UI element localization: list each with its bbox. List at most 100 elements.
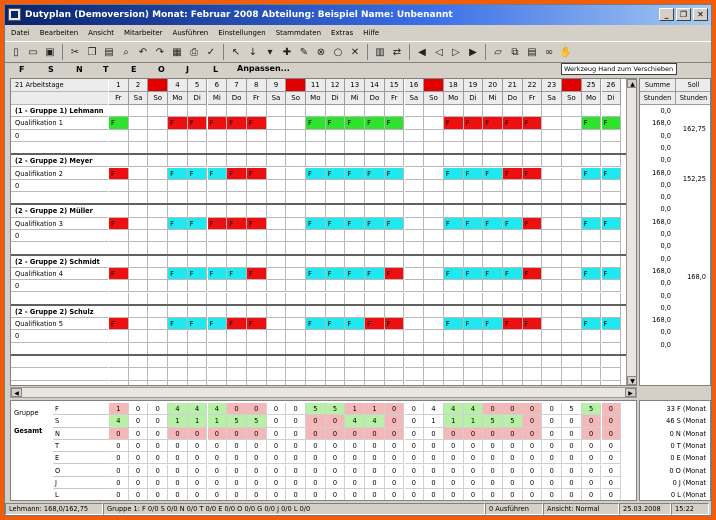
- grid-cell[interactable]: [326, 380, 346, 385]
- grid-cell[interactable]: [306, 356, 326, 369]
- grid-cell[interactable]: [128, 280, 149, 293]
- grid-cell[interactable]: [522, 155, 543, 168]
- shift-cell[interactable]: [542, 117, 563, 130]
- left-icon[interactable]: ◁: [432, 45, 446, 59]
- grid-cell[interactable]: [286, 380, 306, 385]
- shift-cell[interactable]: F: [306, 117, 326, 130]
- shift-cell[interactable]: F: [522, 167, 543, 180]
- grid-cell[interactable]: [128, 255, 149, 268]
- grid-cell[interactable]: [522, 330, 543, 343]
- grid-cell[interactable]: [562, 330, 582, 343]
- grid-cell[interactable]: [405, 380, 425, 385]
- grid-cell[interactable]: [365, 380, 385, 385]
- grid-cell[interactable]: [384, 105, 405, 118]
- grid-cell[interactable]: [365, 179, 385, 193]
- plus-icon[interactable]: ✚: [280, 45, 294, 59]
- back-icon[interactable]: ◀: [415, 45, 429, 59]
- day-header[interactable]: 5: [187, 79, 208, 92]
- grid-cell[interactable]: [109, 230, 129, 243]
- grid-cell[interactable]: [207, 179, 228, 193]
- grid-cell[interactable]: [424, 368, 444, 381]
- shift-cell[interactable]: F: [601, 217, 622, 230]
- grid-cell[interactable]: [128, 305, 149, 319]
- shift-cell[interactable]: [542, 267, 563, 281]
- grid-cell[interactable]: [384, 205, 405, 218]
- grid-cell[interactable]: [601, 155, 622, 168]
- day-header[interactable]: 18: [443, 79, 464, 92]
- grid-cell[interactable]: [503, 368, 523, 381]
- shift-cell[interactable]: F: [168, 217, 188, 230]
- day-header[interactable]: 1: [109, 79, 129, 92]
- grid-cell[interactable]: [188, 380, 208, 385]
- shift-cell[interactable]: F: [345, 167, 366, 180]
- grid-cell[interactable]: [463, 230, 484, 243]
- grid-cell[interactable]: [443, 129, 464, 142]
- grid-cell[interactable]: [325, 129, 346, 142]
- grid-cell[interactable]: [246, 280, 267, 293]
- shift-cell[interactable]: F: [345, 318, 366, 331]
- day-header[interactable]: 2: [128, 79, 149, 92]
- grid-cell[interactable]: [128, 179, 149, 193]
- swap-icon[interactable]: ⇄: [390, 45, 404, 59]
- grid-cell[interactable]: [463, 205, 484, 218]
- grid-cell[interactable]: [168, 305, 188, 319]
- grid-cell[interactable]: [424, 305, 444, 319]
- shift-cell[interactable]: [424, 318, 444, 331]
- grid-cell[interactable]: [187, 230, 208, 243]
- shift-cell[interactable]: F: [187, 117, 208, 130]
- hand-icon[interactable]: ✋: [559, 45, 573, 59]
- book-icon[interactable]: ▤: [525, 45, 539, 59]
- paste-icon[interactable]: ▤: [102, 45, 116, 59]
- menu-einstellungen[interactable]: Einstellungen: [218, 29, 265, 37]
- day-header[interactable]: 23: [542, 79, 563, 92]
- grid-cell[interactable]: [266, 305, 287, 319]
- grid-cell[interactable]: [306, 129, 326, 142]
- anpassen-button[interactable]: Anpassen...: [237, 64, 290, 73]
- grid-cell[interactable]: [187, 356, 208, 369]
- grid-cell[interactable]: [345, 305, 366, 319]
- grid-cell[interactable]: [306, 155, 326, 168]
- grid-cell[interactable]: [384, 129, 405, 142]
- grid-cell[interactable]: [306, 179, 326, 193]
- grid-cell[interactable]: [384, 356, 405, 369]
- grid-cell[interactable]: [325, 179, 346, 193]
- grid-cell[interactable]: [404, 205, 425, 218]
- grid-cell[interactable]: [503, 330, 523, 343]
- grid-cell[interactable]: [266, 356, 287, 369]
- day-header[interactable]: 19: [463, 79, 484, 92]
- shift-cell[interactable]: F: [187, 167, 208, 180]
- day-header[interactable]: 25: [581, 79, 602, 92]
- scroll-up-icon[interactable]: ▲: [627, 79, 636, 88]
- shift-cell[interactable]: F: [365, 267, 385, 281]
- grid-cell[interactable]: [443, 105, 464, 118]
- grid-cell[interactable]: [404, 305, 425, 319]
- shift-l[interactable]: L: [213, 65, 218, 74]
- grid-cell[interactable]: [187, 368, 208, 381]
- menu-bearbeiten[interactable]: Bearbeiten: [40, 29, 78, 37]
- shift-cell[interactable]: F: [503, 117, 523, 130]
- menu-ansicht[interactable]: Ansicht: [88, 29, 114, 37]
- grid-cell[interactable]: [581, 356, 602, 369]
- shift-cell[interactable]: F: [384, 318, 405, 331]
- grid-cell[interactable]: [266, 155, 287, 168]
- grid-cell[interactable]: [128, 129, 149, 142]
- grid-cell[interactable]: [365, 305, 385, 319]
- grid-cell[interactable]: [443, 155, 464, 168]
- grid-cell[interactable]: [168, 368, 188, 381]
- shift-o[interactable]: O: [158, 65, 165, 74]
- grid-cell[interactable]: [365, 155, 385, 168]
- grid-cell[interactable]: [286, 105, 306, 118]
- grid-cell[interactable]: [345, 230, 366, 243]
- shift-cell[interactable]: F: [503, 267, 523, 281]
- shift-cell[interactable]: F: [227, 318, 247, 331]
- grid-cell[interactable]: [384, 280, 405, 293]
- grid-cell[interactable]: [581, 205, 602, 218]
- grid-cell[interactable]: [483, 280, 503, 293]
- grid-cell[interactable]: [601, 368, 622, 381]
- grid-cell[interactable]: [601, 330, 622, 343]
- grid-cell[interactable]: [187, 255, 208, 268]
- grid-cell[interactable]: [542, 155, 563, 168]
- shift-cell[interactable]: F: [246, 117, 267, 130]
- grid-cell[interactable]: [325, 368, 346, 381]
- grid-cell[interactable]: [246, 356, 267, 369]
